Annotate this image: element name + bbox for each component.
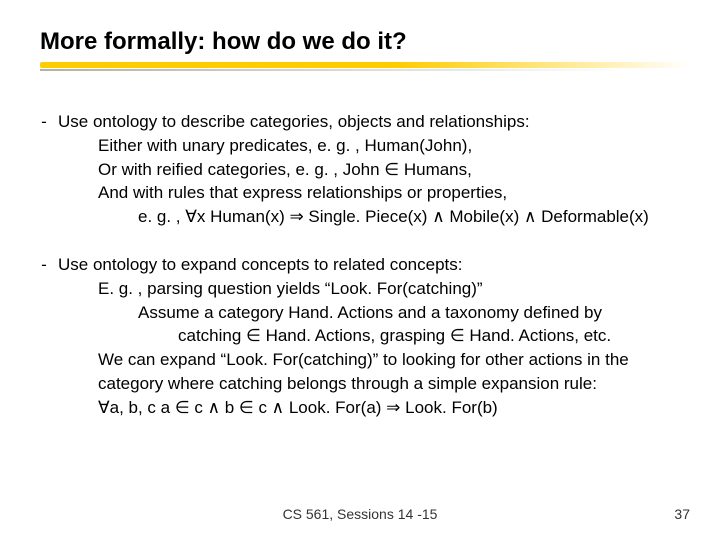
slide-body: - Use ontology to describe categories, o… — [30, 110, 690, 444]
bullet-content: Use ontology to describe categories, obj… — [58, 110, 690, 229]
bullet-line: ∀a, b, c a ∈ c ∧ b ∈ c ∧ Look. For(a) ⇒ … — [58, 396, 690, 420]
bullet-line: Or with reified categories, e. g. , John… — [58, 158, 690, 182]
bullet-line: And with rules that express relationship… — [58, 181, 690, 205]
slide-title: More formally: how do we do it? — [40, 28, 407, 56]
bullet-dash: - — [30, 253, 58, 420]
bullet-line: E. g. , parsing question yields “Look. F… — [58, 277, 690, 301]
bullet-line: Use ontology to describe categories, obj… — [58, 110, 690, 134]
footer-course: CS 561, Sessions 14 -15 — [0, 506, 720, 522]
bullet-line: Either with unary predicates, e. g. , Hu… — [58, 134, 690, 158]
bullet-line: catching ∈ Hand. Actions, grasping ∈ Han… — [58, 324, 690, 348]
bullet-line: We can expand “Look. For(catching)” to l… — [58, 348, 690, 396]
page-number: 37 — [674, 506, 690, 522]
slide: More formally: how do we do it? - Use on… — [0, 0, 720, 540]
underline-shadow — [40, 69, 690, 71]
bullet-dash: - — [30, 110, 58, 229]
bullet-line: Use ontology to expand concepts to relat… — [58, 253, 690, 277]
bullet-item: - Use ontology to expand concepts to rel… — [30, 253, 690, 420]
bullet-content: Use ontology to expand concepts to relat… — [58, 253, 690, 420]
underline-gradient — [40, 62, 690, 68]
title-underline — [40, 62, 690, 72]
bullet-line: Assume a category Hand. Actions and a ta… — [58, 301, 690, 325]
bullet-line: e. g. , ∀x Human(x) ⇒ Single. Piece(x) ∧… — [58, 205, 690, 229]
bullet-item: - Use ontology to describe categories, o… — [30, 110, 690, 229]
